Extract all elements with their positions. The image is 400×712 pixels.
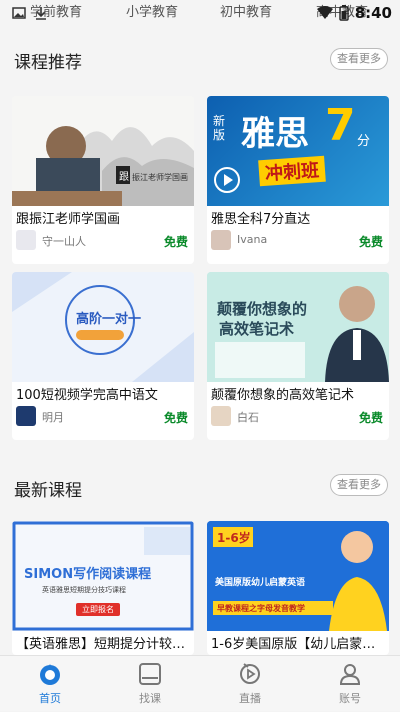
course-meta: 白石 免费 bbox=[211, 406, 387, 426]
home-icon bbox=[40, 664, 60, 685]
thumb-caption: 高阶一对一 bbox=[76, 312, 142, 327]
course-title: 跟振江老师学国画 bbox=[16, 212, 121, 227]
tab-label: 直播 bbox=[239, 692, 261, 705]
play-circle-icon bbox=[214, 167, 240, 193]
thumb-headline-2: 高效笔记术 bbox=[219, 320, 295, 338]
recommended-more-button[interactable]: 查看更多 bbox=[330, 48, 388, 70]
account-icon bbox=[339, 664, 361, 685]
course-author: 白石 bbox=[237, 411, 259, 424]
thumb-score: 7 bbox=[325, 100, 356, 151]
tab-label: 找课 bbox=[139, 692, 161, 705]
course-card-painting[interactable]: 跟 振江老师学国画 跟振江老师学国画 守一山人 免费 bbox=[12, 96, 194, 264]
thumb-signup-button: 立即报名 bbox=[76, 603, 120, 616]
author-avatar bbox=[211, 230, 231, 250]
course-price: 免费 bbox=[163, 411, 188, 425]
course-card-ielts-writing[interactable]: SIMON写作阅读课程 英语雅思短期提分技巧课程 立即报名 【英语雅思】短期提分… bbox=[12, 521, 194, 655]
course-meta: 明月 免费 bbox=[16, 406, 192, 426]
author-avatar bbox=[211, 406, 231, 426]
course-title: 颠覆你想象的高效笔记术 bbox=[211, 388, 355, 403]
book-icon bbox=[139, 663, 161, 685]
course-card-chinese[interactable]: 高阶一对一 100短视频学完高中语文 明月 免费 bbox=[12, 272, 194, 440]
category-tab-primary[interactable]: 小学教育 bbox=[126, 1, 178, 20]
live-icon bbox=[240, 663, 260, 684]
course-price: 免费 bbox=[358, 235, 383, 249]
thumb-score-unit: 分 bbox=[357, 134, 371, 149]
painting-thumbnail-art bbox=[12, 96, 194, 206]
latest-section-title: 最新课程 bbox=[14, 481, 82, 501]
author-avatar bbox=[16, 230, 36, 250]
battery-icon bbox=[338, 5, 349, 21]
tab-label: 首页 bbox=[39, 692, 61, 705]
course-thumbnail: 新版 雅思 7 分 冲刺班 bbox=[207, 96, 389, 206]
recommended-section-title: 课程推荐 bbox=[14, 53, 82, 73]
course-title: 100短视频学完高中语文 bbox=[16, 388, 158, 403]
thumb-ielts-text: 雅思 bbox=[241, 114, 309, 154]
course-meta: 守一山人 免费 bbox=[16, 230, 192, 250]
course-card-ielts[interactable]: 新版 雅思 7 分 冲刺班 雅思全科7分直达 Ivana 免费 bbox=[207, 96, 389, 264]
thumb-subtitle: 英语雅思短期提分技巧课程 bbox=[42, 586, 126, 594]
image-icon bbox=[12, 7, 26, 19]
course-author: 明月 bbox=[42, 411, 64, 424]
chinese-thumbnail-art bbox=[12, 272, 194, 382]
course-meta: Ivana 免费 bbox=[211, 230, 387, 250]
category-tab-junior[interactable]: 初中教育 bbox=[220, 1, 272, 20]
course-card-kids-english[interactable]: 1-6岁 美国原版幼儿启蒙英语 早教课程之字母发音教学 1-6岁美国原版【幼儿启… bbox=[207, 521, 389, 655]
tab-find-course[interactable]: 找课 bbox=[110, 656, 190, 712]
thumb-caption: 振江老师学国画 bbox=[132, 173, 188, 182]
course-thumbnail: 颠覆你想象的 高效笔记术 bbox=[207, 272, 389, 382]
course-author: Ivana bbox=[237, 233, 268, 246]
wifi-icon bbox=[316, 6, 333, 19]
author-avatar bbox=[16, 406, 36, 426]
status-time: 8:40 bbox=[354, 4, 392, 22]
course-price: 免费 bbox=[163, 235, 188, 249]
course-title: 1-6岁美国原版【幼儿启蒙】… bbox=[211, 637, 387, 652]
tab-live[interactable]: 直播 bbox=[210, 656, 290, 712]
thumb-headline: SIMON写作阅读课程 bbox=[24, 567, 152, 582]
course-price: 免费 bbox=[358, 411, 383, 425]
course-title: 雅思全科7分直达 bbox=[211, 212, 311, 227]
bottom-tab-bar: 首页 找课 直播 账号 bbox=[0, 655, 400, 711]
course-thumbnail: 1-6岁 美国原版幼儿启蒙英语 早教课程之字母发音教学 bbox=[207, 521, 389, 631]
thumb-headline: 美国原版幼儿启蒙英语 bbox=[215, 578, 306, 588]
latest-more-button[interactable]: 查看更多 bbox=[330, 474, 388, 496]
thumb-badge: 跟 bbox=[119, 172, 129, 183]
tab-account[interactable]: 账号 bbox=[310, 656, 390, 712]
course-thumbnail: SIMON写作阅读课程 英语雅思短期提分技巧课程 立即报名 bbox=[12, 521, 194, 631]
category-tab-preschool[interactable]: 学前教育 bbox=[30, 1, 82, 20]
thumb-subtitle: 早教课程之字母发音教学 bbox=[217, 604, 305, 613]
tab-home[interactable]: 首页 bbox=[10, 656, 90, 712]
course-author: 守一山人 bbox=[42, 235, 86, 248]
thumb-headline-1: 颠覆你想象的 bbox=[217, 300, 308, 318]
course-thumbnail: 跟 振江老师学国画 bbox=[12, 96, 194, 206]
tab-label: 账号 bbox=[339, 692, 361, 705]
thumb-age-range: 1-6岁 bbox=[217, 531, 251, 545]
course-card-notes[interactable]: 颠覆你想象的 高效笔记术 颠覆你想象的高效笔记术 白石 免费 bbox=[207, 272, 389, 440]
thumb-sprint-class: 冲刺班 bbox=[258, 155, 326, 187]
status-bar: 学前教育 小学教育 初中教育 高中教育 8:40 bbox=[0, 0, 400, 28]
thumb-tag-new: 新版 bbox=[213, 114, 226, 142]
course-title: 【英语雅思】短期提分计较… bbox=[16, 637, 186, 652]
status-right-icons: 8:40 bbox=[316, 4, 392, 22]
course-thumbnail: 高阶一对一 bbox=[12, 272, 194, 382]
